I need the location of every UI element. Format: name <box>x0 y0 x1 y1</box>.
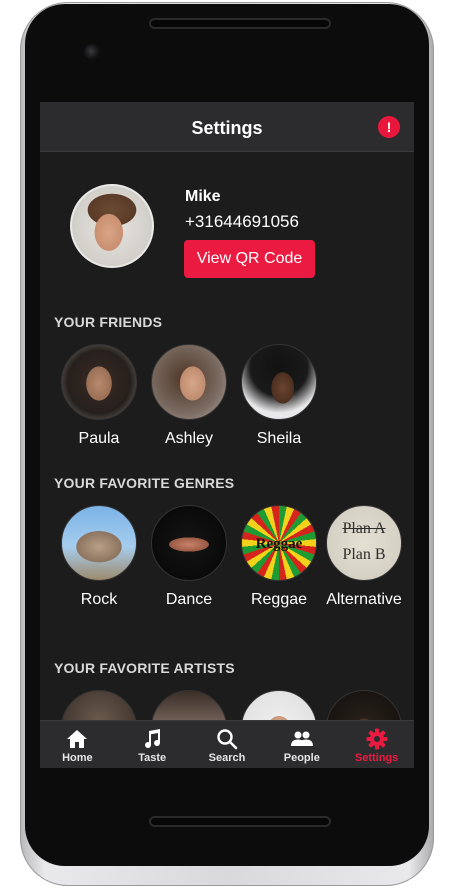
home-icon <box>40 728 115 750</box>
artwork-text: Plan B <box>342 546 386 563</box>
gear-icon <box>339 728 414 750</box>
friend-name: Ashley <box>164 430 214 447</box>
search-icon <box>190 728 265 750</box>
bottom-speaker <box>149 816 331 827</box>
tab-label: Search <box>208 752 246 764</box>
genre-name: Alternative <box>326 591 402 608</box>
genre-name: Dance <box>165 591 213 608</box>
music-note-icon <box>115 728 190 750</box>
friends-section-title: YOUR FRIENDS <box>54 314 163 330</box>
friend-name: Sheila <box>256 430 302 447</box>
navigation-bar: Settings ! <box>40 102 414 152</box>
friend-item-sheila[interactable]: Sheila <box>234 344 324 448</box>
genre-item-dance[interactable]: Dance <box>144 505 234 609</box>
tab-bar: Home Taste Search People Settings <box>40 720 414 768</box>
page-title: Settings <box>191 118 263 138</box>
genre-artwork <box>151 505 227 581</box>
genre-item-alternative[interactable]: Plan A Plan B Alternative <box>324 505 404 609</box>
friend-avatar <box>151 344 227 420</box>
tab-label: Home <box>62 752 93 764</box>
front-camera <box>84 44 100 60</box>
friend-avatar <box>61 344 137 420</box>
tab-label: People <box>283 752 320 764</box>
app-screen: Settings ! Mike +31644691056 View QR Cod… <box>40 102 414 768</box>
genre-name: Rock <box>80 591 118 608</box>
top-speaker <box>149 18 331 29</box>
friend-avatar <box>241 344 317 420</box>
genre-item-rock[interactable]: Rock <box>54 505 144 609</box>
tab-search[interactable]: Search <box>190 721 265 768</box>
friend-name: Paula <box>78 430 120 447</box>
profile-phone: +31644691056 <box>185 212 299 231</box>
artwork-text: Plan A <box>342 520 386 537</box>
people-icon <box>264 728 339 750</box>
tab-settings[interactable]: Settings <box>339 721 414 768</box>
artists-section-title: YOUR FAVORITE ARTISTS <box>54 660 235 676</box>
genre-artwork <box>61 505 137 581</box>
genres-section-title: YOUR FAVORITE GENRES <box>54 475 235 491</box>
tab-people[interactable]: People <box>264 721 339 768</box>
genre-artwork: Reggae <box>241 505 317 581</box>
friend-item-paula[interactable]: Paula <box>54 344 144 448</box>
view-qr-code-button[interactable]: View QR Code <box>184 240 315 278</box>
alert-icon[interactable]: ! <box>378 116 400 138</box>
tab-taste[interactable]: Taste <box>115 721 190 768</box>
tab-home[interactable]: Home <box>40 721 115 768</box>
genre-artwork: Plan A Plan B <box>326 505 402 581</box>
genre-name: Reggae <box>250 591 308 608</box>
genre-item-reggae[interactable]: Reggae Reggae <box>234 505 324 609</box>
friend-item-ashley[interactable]: Ashley <box>144 344 234 448</box>
genres-list: Rock Dance Reggae Reggae Plan A Plan B A… <box>54 505 404 609</box>
artwork-text: Reggae <box>255 536 303 552</box>
tab-label: Settings <box>354 752 399 764</box>
profile-name: Mike <box>185 188 221 205</box>
tab-label: Taste <box>138 752 167 764</box>
friends-list: Paula Ashley Sheila <box>54 344 324 448</box>
profile-avatar <box>70 184 154 268</box>
